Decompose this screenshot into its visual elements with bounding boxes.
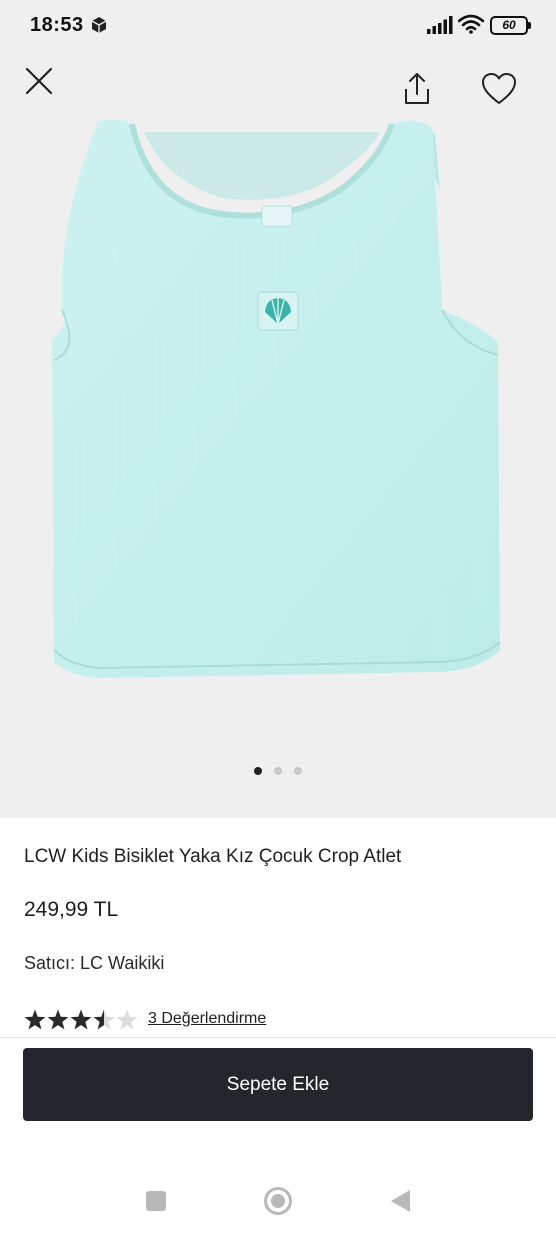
signal-icon bbox=[427, 16, 453, 34]
seller-name[interactable]: LC Waikiki bbox=[80, 953, 164, 973]
battery-level: 60 bbox=[502, 18, 516, 32]
close-icon[interactable] bbox=[22, 64, 56, 98]
recent-apps-icon[interactable] bbox=[146, 1191, 166, 1211]
add-to-cart-button[interactable]: Sepete Ekle bbox=[23, 1048, 533, 1121]
system-nav-bar bbox=[0, 1170, 556, 1235]
carousel-dot[interactable] bbox=[254, 767, 262, 775]
heart-icon[interactable] bbox=[479, 69, 519, 109]
shell-logo bbox=[257, 291, 299, 331]
reviews-link[interactable]: 3 Değerlendirme bbox=[148, 1010, 266, 1028]
star-icon bbox=[47, 1009, 69, 1030]
divider bbox=[0, 1037, 556, 1038]
product-image-gallery[interactable]: 18:53 60 bbox=[0, 0, 556, 818]
carousel-dot[interactable] bbox=[274, 767, 282, 775]
seller-info: Satıcı: LC Waikiki bbox=[24, 953, 532, 974]
share-icon[interactable] bbox=[398, 70, 436, 108]
status-bar: 18:53 60 bbox=[0, 0, 556, 52]
battery-indicator: 60 bbox=[490, 16, 531, 35]
wifi-icon bbox=[458, 14, 484, 34]
status-time: 18:53 bbox=[30, 14, 84, 36]
back-icon[interactable] bbox=[388, 1188, 412, 1214]
product-price: 249,99 TL bbox=[24, 898, 119, 921]
product-title: LCW Kids Bisiklet Yaka Kız Çocuk Crop At… bbox=[24, 846, 402, 867]
star-icon bbox=[24, 1009, 46, 1030]
star-rating bbox=[24, 1009, 138, 1030]
star-icon bbox=[116, 1009, 138, 1030]
seller-label: Satıcı: bbox=[24, 953, 76, 973]
tank-top-image bbox=[52, 119, 501, 678]
cube-icon bbox=[91, 17, 107, 33]
home-icon[interactable] bbox=[263, 1186, 293, 1216]
carousel-indicator[interactable] bbox=[0, 762, 556, 775]
rating-row: 3 Değerlendirme bbox=[24, 1006, 532, 1034]
carousel-dot[interactable] bbox=[294, 767, 302, 775]
star-icon bbox=[93, 1009, 115, 1030]
star-icon bbox=[70, 1009, 92, 1030]
